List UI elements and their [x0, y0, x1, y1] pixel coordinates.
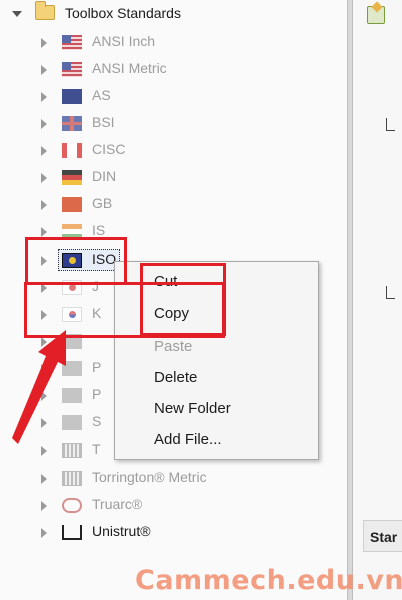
annotation-arrow-icon [12, 330, 66, 444]
watermark: Cammech.edu.vn [135, 565, 402, 596]
